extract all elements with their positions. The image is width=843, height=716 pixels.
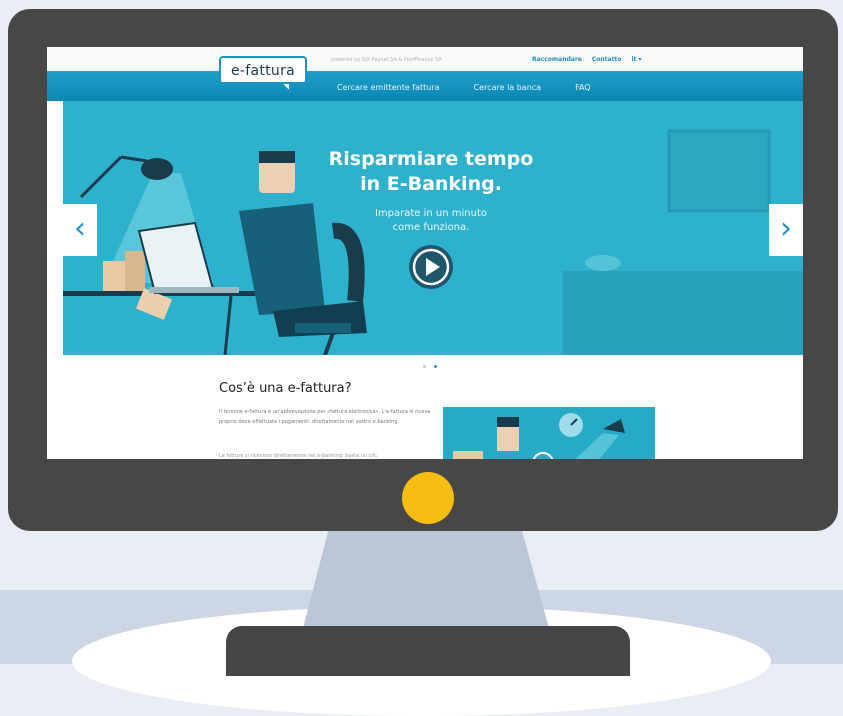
hero-banner[interactable]: Risparmiare tempo in E-Banking. Imparate… — [63, 101, 803, 355]
top-link-raccomandare[interactable]: Raccomandare — [532, 56, 582, 63]
slider-dot-1[interactable] — [423, 365, 426, 368]
top-links: Raccomandare Contatto it ▾ — [532, 56, 641, 63]
top-link-contatto[interactable]: Contatto — [592, 56, 622, 63]
nav-faq[interactable]: FAQ — [575, 83, 591, 92]
play-icon — [412, 248, 450, 286]
site-topbar: powered by SIX Paynet SA & PostFinance S… — [47, 47, 803, 72]
hero-title: Risparmiare tempo in E-Banking. — [301, 147, 561, 197]
slider-dot-2[interactable] — [434, 365, 437, 368]
monitor-stand-base — [226, 626, 630, 676]
nav-cercare-banca[interactable]: Cercare la banca — [474, 83, 542, 92]
section-title: Cos’è una e-fattura? — [219, 381, 352, 396]
hero-subtitle: Imparate in un minuto come funziona. — [301, 207, 561, 235]
slider-dots — [423, 365, 437, 368]
chevron-right-icon[interactable]: › — [769, 204, 803, 256]
play-button[interactable] — [409, 245, 453, 289]
monitor-screen: powered by SIX Paynet SA & PostFinance S… — [47, 47, 803, 459]
video-thumbnail[interactable] — [443, 407, 655, 459]
hero-subtitle-line2: come funziona. — [392, 222, 470, 233]
section-body: Il termine e-fattura è un'abbreviazione … — [219, 409, 431, 425]
language-selector[interactable]: it ▾ — [631, 56, 641, 63]
thumbnail-illustration — [453, 413, 625, 459]
powered-by-text: powered by SIX Paynet SA & PostFinance S… — [331, 57, 442, 63]
site-logo[interactable]: e-fattura — [219, 56, 307, 84]
nav-links: Cercare emittente fattura Cercare la ban… — [337, 83, 591, 92]
logo-bubble-tail — [281, 83, 291, 93]
main-navbar: Cercare emittente fattura Cercare la ban… — [47, 71, 803, 101]
chevron-left-icon[interactable]: ‹ — [63, 204, 97, 256]
section-body-2: Le fatture si ricevono direttamente nel … — [219, 453, 379, 459]
power-indicator-icon[interactable] — [402, 472, 454, 524]
hero-title-line1: Risparmiare tempo — [328, 148, 534, 170]
nav-cercare-emittente[interactable]: Cercare emittente fattura — [337, 83, 440, 92]
hero-subtitle-line1: Imparate in un minuto — [374, 208, 488, 219]
hero-title-line2: in E-Banking. — [360, 173, 502, 195]
